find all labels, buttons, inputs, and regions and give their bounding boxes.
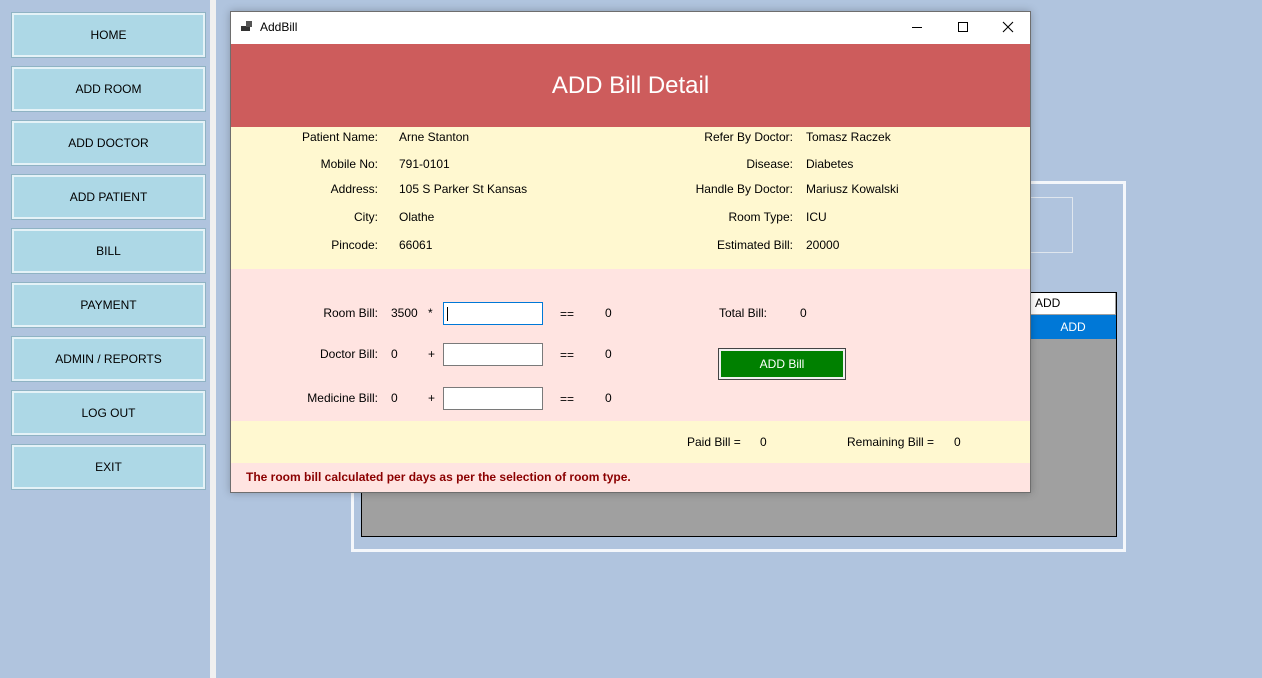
city-label: City: <box>354 210 378 224</box>
patient-name-value: Arne Stanton <box>399 130 470 144</box>
dialog-header: ADD Bill Detail <box>231 44 1030 127</box>
medicine-bill-label: Medicine Bill: <box>307 391 378 405</box>
disease-value: Diabetes <box>806 157 854 171</box>
room-bill-rate: 3500 <box>391 306 418 320</box>
add-bill-button-label: ADD Bill <box>721 351 843 377</box>
nav-divider[interactable] <box>210 0 216 678</box>
paid-bill-value: 0 <box>760 435 767 449</box>
room-type-value: ICU <box>806 210 827 224</box>
doctor-bill-result: 0 <box>605 347 612 361</box>
note-panel: The room bill calculated per days as per… <box>231 463 1030 492</box>
title-bar[interactable]: AddBill <box>231 12 1030 44</box>
payment-button[interactable]: PAYMENT <box>11 282 206 328</box>
maximize-icon <box>958 22 968 32</box>
room-bill-note: The room bill calculated per days as per… <box>246 470 631 484</box>
estimated-bill-label: Estimated Bill: <box>716 238 793 252</box>
remaining-bill-value: 0 <box>954 435 961 449</box>
medicine-bill-result: 0 <box>605 391 612 405</box>
add-bill-button[interactable]: ADD Bill <box>718 348 846 380</box>
remaining-bill-label: Remaining Bill = <box>847 435 935 449</box>
sidebar-nav: HOME ADD ROOM ADD DOCTOR ADD PATIENT BIL… <box>0 0 210 678</box>
maximize-button[interactable] <box>940 12 986 42</box>
grid-column-header[interactable]: ADD <box>1030 293 1115 314</box>
handle-doctor-value: Mariusz Kowalski <box>806 182 899 196</box>
total-bill-value: 0 <box>800 306 807 320</box>
add-room-button[interactable]: ADD ROOM <box>11 66 206 112</box>
app-icon <box>241 21 253 33</box>
bill-button[interactable]: BILL <box>11 228 206 274</box>
room-days-input[interactable] <box>443 302 543 325</box>
room-bill-result: 0 <box>605 306 612 320</box>
medicine-bill-base: 0 <box>391 391 398 405</box>
total-bill-label: Total Bill: <box>719 306 768 320</box>
home-button[interactable]: HOME <box>11 12 206 58</box>
pincode-value: 66061 <box>399 238 433 252</box>
refer-doctor-value: Tomasz Raczek <box>806 130 891 144</box>
doctor-bill-input[interactable] <box>443 343 543 366</box>
room-bill-label: Room Bill: <box>323 306 378 320</box>
add-bill-dialog: AddBill ADD Bill Detail Patient Name: Ar… <box>230 11 1031 493</box>
close-icon <box>1002 21 1014 33</box>
address-label: Address: <box>330 182 378 196</box>
window-title: AddBill <box>260 20 298 34</box>
patient-name-label: Patient Name: <box>301 130 378 144</box>
logout-button[interactable]: LOG OUT <box>11 390 206 436</box>
address-value: 105 S Parker St Kansas <box>399 182 528 196</box>
doctor-plus-sign: + <box>428 347 436 361</box>
page-title: ADD Bill Detail <box>551 71 710 99</box>
bill-calculation-panel: Room Bill: 3500 * == 0 Doctor Bill: 0 + … <box>231 269 1030 421</box>
exit-button[interactable]: EXIT <box>11 444 206 490</box>
disease-label: Disease: <box>746 157 793 171</box>
totals-panel: Paid Bill = 0 Remaining Bill = 0 <box>231 421 1030 463</box>
grid-selected-cell[interactable]: ADD <box>1030 315 1116 339</box>
medicine-bill-input[interactable] <box>443 387 543 410</box>
estimated-bill-value: 20000 <box>806 238 840 252</box>
minimize-icon <box>912 27 922 28</box>
doctor-bill-label: Doctor Bill: <box>319 347 378 361</box>
refer-doctor-label: Refer By Doctor: <box>704 130 793 144</box>
room-equals-sign: == <box>560 307 575 321</box>
mobile-value: 791-0101 <box>399 157 450 171</box>
handle-doctor-label: Handle By Doctor: <box>695 182 793 196</box>
minimize-button[interactable] <box>894 12 940 42</box>
medicine-equals-sign: == <box>560 392 575 406</box>
room-multiply-sign: * <box>428 306 433 320</box>
doctor-equals-sign: == <box>560 348 575 362</box>
close-button[interactable] <box>985 12 1031 42</box>
admin-reports-button[interactable]: ADMIN / REPORTS <box>11 336 206 382</box>
medicine-plus-sign: + <box>428 391 436 405</box>
background-box <box>1030 197 1073 253</box>
patient-info-panel: Patient Name: Arne Stanton Mobile No: 79… <box>231 127 1030 269</box>
city-value: Olathe <box>399 210 435 224</box>
add-doctor-button[interactable]: ADD DOCTOR <box>11 120 206 166</box>
paid-bill-label: Paid Bill = <box>687 435 741 449</box>
room-type-label: Room Type: <box>728 210 793 224</box>
mobile-label: Mobile No: <box>320 157 378 171</box>
doctor-bill-base: 0 <box>391 347 398 361</box>
pincode-label: Pincode: <box>331 238 378 252</box>
add-patient-button[interactable]: ADD PATIENT <box>11 174 206 220</box>
